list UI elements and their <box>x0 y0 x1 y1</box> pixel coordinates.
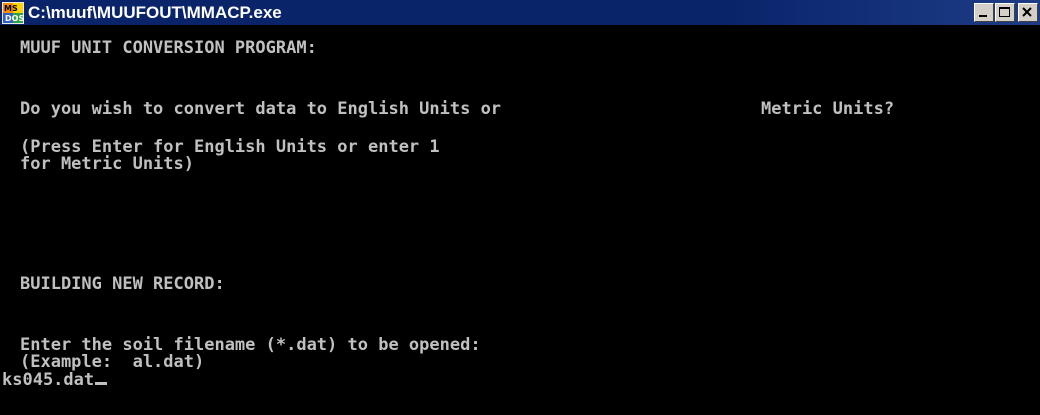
close-button[interactable] <box>1018 3 1038 22</box>
unit-hint-line2: for Metric Units) <box>20 154 194 174</box>
filename-input-value[interactable]: ks045.dat <box>2 370 94 390</box>
console-output[interactable]: MUUF UNIT CONVERSION PROGRAM: Do you wis… <box>0 26 1040 415</box>
console-window: MS DOS C:\muuf\MUUFOUT\MMACP.exe MUUF UN… <box>0 0 1040 415</box>
svg-text:DOS: DOS <box>5 14 24 23</box>
minimize-icon <box>979 15 987 17</box>
svg-text:MS: MS <box>4 4 18 13</box>
window-title: C:\muuf\MUUFOUT\MMACP.exe <box>28 3 282 22</box>
maximize-icon <box>999 7 1010 17</box>
unit-question: Do you wish to convert data to English U… <box>20 99 502 119</box>
maximize-button[interactable] <box>995 3 1015 22</box>
close-icon <box>1022 7 1032 17</box>
filename-input-line[interactable]: ks045.dat <box>2 370 108 390</box>
program-heading: MUUF UNIT CONVERSION PROGRAM: <box>20 38 317 58</box>
text-cursor <box>95 382 108 385</box>
unit-question-metric: Metric Units? <box>761 99 895 119</box>
title-bar[interactable]: MS DOS C:\muuf\MUUFOUT\MMACP.exe <box>0 0 1040 26</box>
status-message: BUILDING NEW RECORD: <box>20 274 225 294</box>
ms-dos-icon[interactable]: MS DOS <box>2 2 24 24</box>
minimize-button[interactable] <box>974 3 994 22</box>
